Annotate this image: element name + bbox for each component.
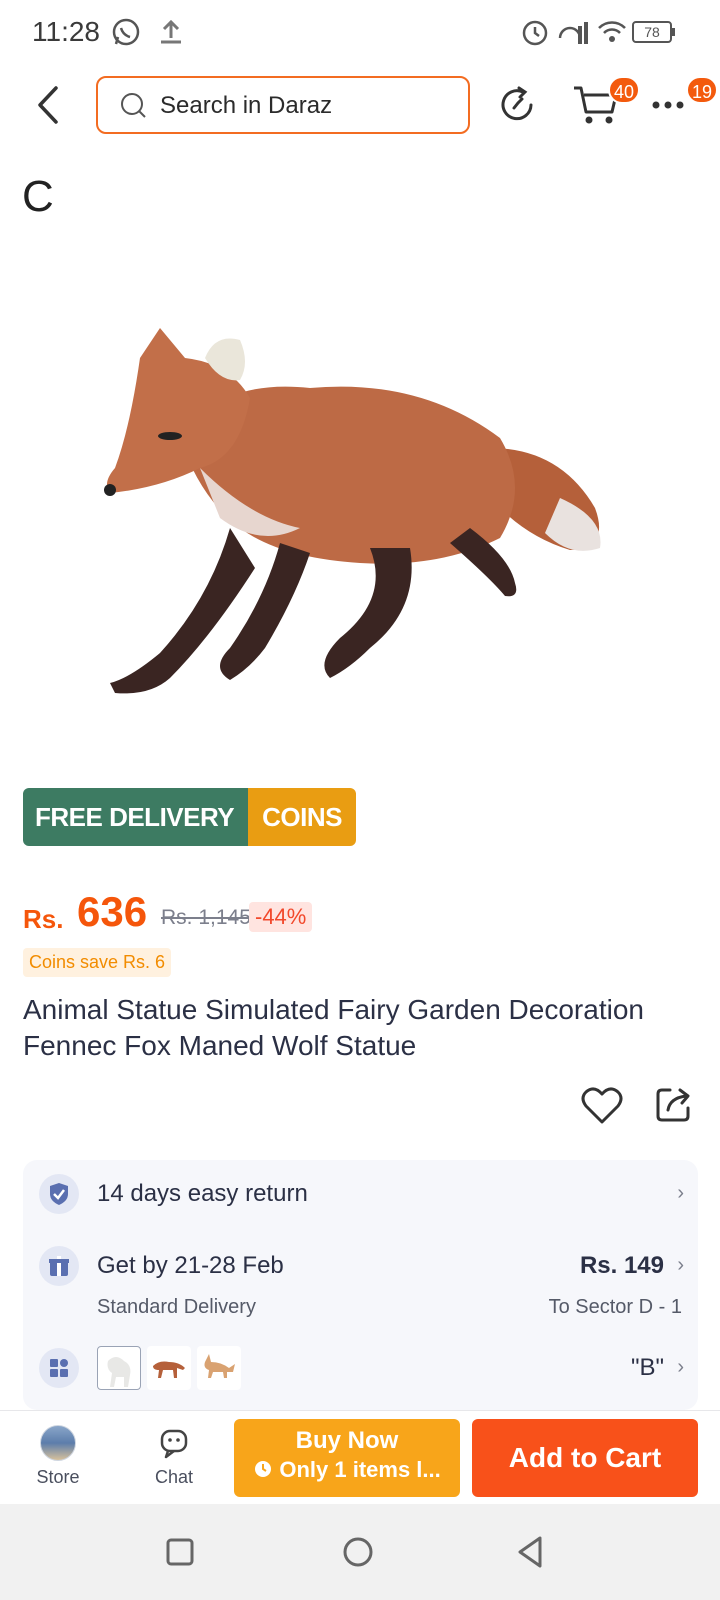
chat-button[interactable]: Chat <box>136 1425 212 1495</box>
circle-icon <box>343 1537 373 1567</box>
variant-thumbnail[interactable] <box>97 1346 141 1390</box>
price-currency: Rs. <box>23 904 64 934</box>
shield-check-icon <box>39 1174 79 1214</box>
variant-thumbnail[interactable] <box>197 1346 241 1390</box>
add-to-cart-button[interactable]: Add to Cart <box>472 1419 698 1497</box>
refresh-history-icon <box>501 86 533 121</box>
triangle-back-icon <box>518 1536 542 1568</box>
chat-label: Chat <box>154 1467 194 1487</box>
free-delivery-tag: FREE DELIVERY <box>23 788 249 846</box>
product-title: Animal Statue Simulated Fairy Garden Dec… <box>23 994 644 1061</box>
alarm-icon <box>520 16 550 53</box>
coins-save-label: Coins save Rs. 6 <box>23 948 172 977</box>
current-price: 636 <box>77 888 148 935</box>
chevron-right-icon: › <box>677 1254 684 1276</box>
variant-row[interactable]: "B" › <box>23 1346 698 1406</box>
share-button[interactable] <box>654 1084 694 1124</box>
battery-level: 78 <box>644 24 660 40</box>
status-bar: 11:28 78 <box>0 0 720 64</box>
battery-icon: 78 <box>632 20 676 49</box>
whatsapp-icon <box>110 16 142 53</box>
delivery-location: To Sector D - 1 <box>548 1296 682 1318</box>
buy-now-stock-note: Only 1 items l... <box>234 1457 460 1483</box>
share-icon <box>656 1088 690 1122</box>
wifi-icon <box>596 16 628 53</box>
stray-text: C <box>22 172 54 221</box>
heart-icon <box>581 1087 623 1124</box>
recent-apps-button[interactable] <box>160 1532 200 1572</box>
delivery-fee: Rs. 149 <box>579 1252 664 1279</box>
search-bar[interactable] <box>96 76 470 134</box>
promo-tags: FREE DELIVERY COINS <box>23 788 356 846</box>
store-button[interactable]: Store <box>20 1425 96 1495</box>
service-info-card: 14 days easy return › Get by 21-28 Feb S… <box>23 1160 698 1410</box>
more-menu-button[interactable] <box>650 90 690 120</box>
original-price: Rs. 1,145 <box>161 906 251 929</box>
notification-count-badge: 19 <box>686 76 719 104</box>
buy-now-label: Buy Now <box>295 1427 399 1454</box>
signal-icon <box>556 16 590 53</box>
history-button[interactable] <box>497 84 539 126</box>
store-avatar <box>40 1425 76 1461</box>
coins-tag: COINS <box>248 788 356 846</box>
store-label: Store <box>36 1467 80 1487</box>
gift-box-icon <box>39 1246 79 1286</box>
delivery-row[interactable]: Get by 21-28 Feb Standard Delivery Rs. 1… <box>23 1234 698 1344</box>
discount-badge: -44% <box>249 902 313 932</box>
search-input[interactable] <box>160 86 450 126</box>
easy-return-row[interactable]: 14 days easy return › <box>23 1160 698 1228</box>
cart-count-badge: 40 <box>608 76 641 104</box>
clock-icon <box>253 1457 279 1482</box>
buy-now-button[interactable]: Buy Now Only 1 items l... <box>234 1419 460 1497</box>
status-time: 11:28 <box>32 16 100 47</box>
delivery-type: Standard Delivery <box>97 1296 256 1318</box>
wishlist-button[interactable] <box>580 1084 624 1128</box>
search-icon <box>120 92 148 125</box>
fox-figurine-image <box>104 328 601 694</box>
variant-thumbnail[interactable] <box>147 1346 191 1390</box>
more-dots-icon <box>652 101 684 109</box>
return-policy-text: 14 days easy return <box>97 1180 308 1207</box>
delivery-estimate: Get by 21-28 Feb <box>97 1252 284 1279</box>
chat-icon <box>160 1429 188 1459</box>
home-button[interactable] <box>338 1532 378 1572</box>
system-nav-bar <box>0 1504 720 1600</box>
system-back-button[interactable] <box>512 1532 552 1572</box>
product-image[interactable] <box>90 318 630 718</box>
square-icon <box>166 1538 194 1566</box>
stock-note-text: Only 1 items l... <box>279 1457 441 1482</box>
selected-variant: "B" <box>630 1354 664 1381</box>
app-header: 40 19 <box>0 64 720 148</box>
chevron-right-icon: › <box>677 1356 684 1378</box>
back-button[interactable] <box>30 82 66 128</box>
chevron-right-icon: › <box>677 1182 684 1204</box>
grid-icon <box>39 1348 79 1388</box>
chevron-left-icon <box>38 86 58 124</box>
upload-icon <box>156 16 186 53</box>
bottom-action-bar: Store Chat Buy Now Only 1 items l... Add… <box>0 1410 720 1504</box>
